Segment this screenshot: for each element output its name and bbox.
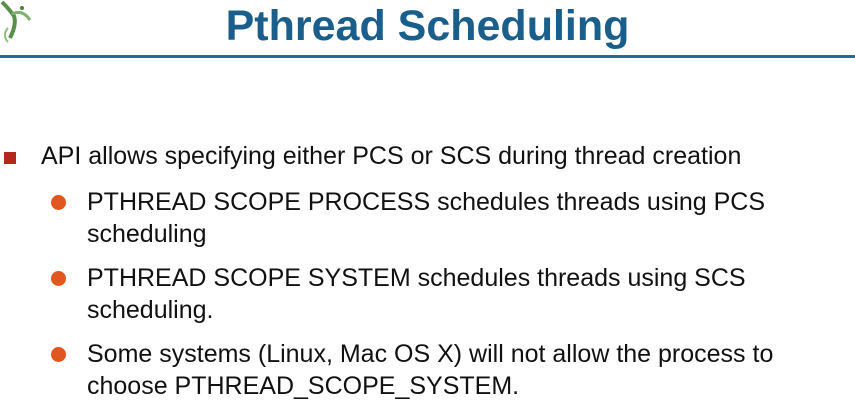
sub-bullet-text: PTHREAD SCOPE SYSTEM schedules threads u… xyxy=(87,264,746,324)
square-bullet-icon xyxy=(4,152,16,164)
sub-bullet-item: Some systems (Linux, Mac OS X) will not … xyxy=(0,338,855,402)
circle-bullet-icon xyxy=(51,195,66,210)
sub-bullet-list: PTHREAD SCOPE PROCESS schedules threads … xyxy=(0,186,855,402)
circle-bullet-icon xyxy=(51,347,66,362)
slide-title: Pthread Scheduling xyxy=(225,2,630,50)
bullet-level-1: API allows specifying either PCS or SCS … xyxy=(0,140,855,173)
title-divider xyxy=(0,55,855,58)
sub-bullet-item: PTHREAD SCOPE PROCESS schedules threads … xyxy=(0,186,855,250)
sub-bullet-text: PTHREAD SCOPE PROCESS schedules threads … xyxy=(87,188,766,248)
slide-content: API allows specifying either PCS or SCS … xyxy=(0,140,855,414)
circle-bullet-icon xyxy=(51,271,66,286)
sub-bullet-item: PTHREAD SCOPE SYSTEM schedules threads u… xyxy=(0,262,855,326)
bullet-text: API allows specifying either PCS or SCS … xyxy=(41,142,742,170)
sub-bullet-text: Some systems (Linux, Mac OS X) will not … xyxy=(87,340,774,400)
